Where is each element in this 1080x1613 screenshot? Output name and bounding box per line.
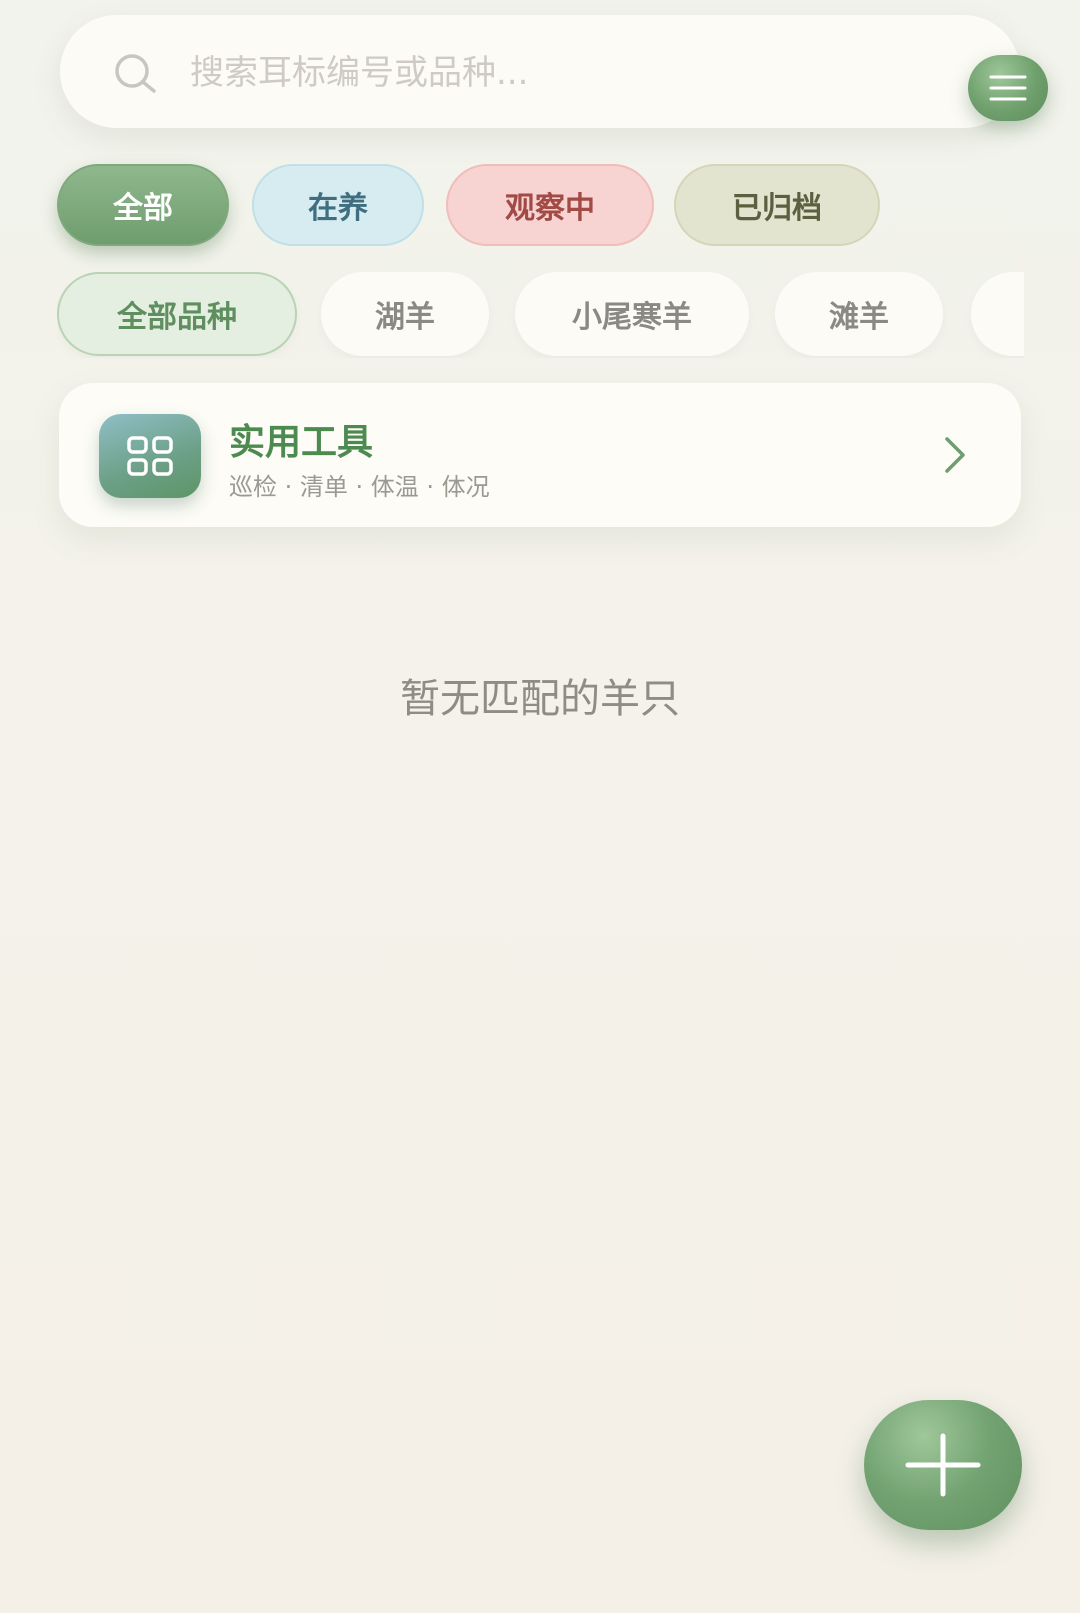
breed-chip-all[interactable]: 全部品种 — [57, 272, 297, 356]
breed-chip-hu-sheep[interactable]: 湖羊 — [321, 272, 489, 356]
status-chip-observing[interactable]: 观察中 — [446, 164, 654, 246]
status-chip-all[interactable]: 全部 — [57, 164, 229, 246]
breed-chip-tan-sheep[interactable]: 滩羊 — [775, 272, 943, 356]
status-chip-archived[interactable]: 已归档 — [674, 164, 880, 246]
status-chip-active[interactable]: 在养 — [252, 164, 424, 246]
breed-chip-more[interactable] — [971, 272, 1024, 356]
plus-icon — [905, 1433, 981, 1497]
breed-filter-row[interactable]: 全部品种 湖羊 小尾寒羊 滩羊 — [57, 272, 1024, 358]
breed-chip-small-tail-han[interactable]: 小尾寒羊 — [515, 272, 749, 356]
empty-state-message: 暂无匹配的羊只 — [400, 676, 680, 722]
menu-button[interactable] — [968, 55, 1048, 121]
search-input[interactable] — [190, 43, 810, 103]
search-bar — [60, 15, 1048, 128]
menu-icon — [989, 75, 1027, 101]
tools-card[interactable]: 实用工具 巡检 · 清单 · 体温 · 体况 — [59, 383, 1021, 527]
grid-icon — [127, 436, 173, 476]
tools-title: 实用工具 — [229, 422, 374, 463]
add-sheep-button[interactable] — [864, 1400, 1022, 1530]
search-icon — [115, 54, 156, 93]
chevron-right-icon — [945, 437, 965, 473]
tools-subtitle: 巡检 · 清单 · 体温 · 体况 — [229, 473, 490, 501]
tools-icon-box — [99, 414, 201, 498]
